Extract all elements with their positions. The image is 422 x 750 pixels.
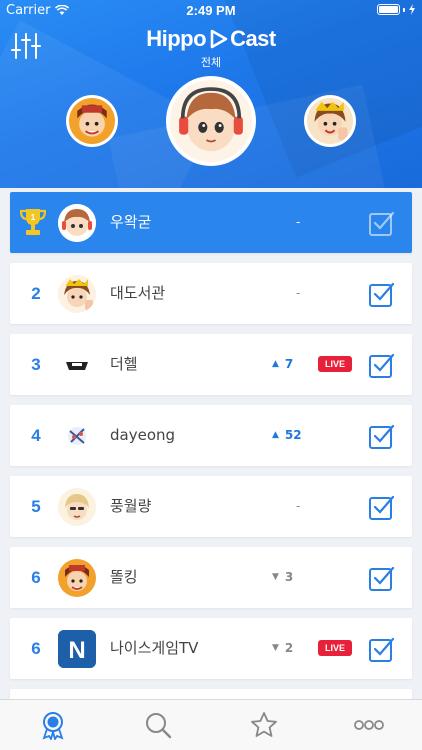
check-icon[interactable]	[369, 210, 395, 236]
rank-change-value: -	[296, 286, 301, 300]
top-rank-avatar-center[interactable]	[166, 76, 256, 166]
rank-change: -	[272, 263, 332, 324]
logo-left: Hippo	[146, 26, 207, 51]
trophy-rank: 1	[31, 213, 36, 222]
tab-more[interactable]	[317, 700, 422, 750]
top-rank-avatar-left[interactable]	[66, 95, 118, 147]
live-badge: LIVE	[318, 356, 352, 372]
avatar	[58, 275, 96, 313]
rank-number: 6	[31, 639, 41, 658]
rank-number: 6	[31, 568, 41, 587]
logo-right: Cast	[230, 26, 276, 51]
avatar	[58, 488, 96, 526]
rank-number: 5	[31, 497, 41, 516]
check-icon[interactable]	[369, 423, 395, 449]
app-logo: Hippo Cast	[0, 26, 422, 52]
rank-change: ▲ 52	[272, 405, 332, 466]
streamer-name: 우왁굳	[110, 213, 152, 231]
avatar	[58, 204, 96, 242]
ranking-list: 1 우왁굳 - 2 대도서관 - 3 더헬 ▲ 7 LIVE 4 dayeong…	[10, 192, 412, 719]
down-arrow-icon: ▼	[272, 572, 279, 582]
rank-change: ▼ 3	[272, 547, 332, 608]
ranking-row[interactable]: 2 대도서관 -	[10, 263, 412, 324]
battery-icon	[377, 4, 416, 15]
streamer-name: 더헬	[110, 355, 138, 373]
tab-bar	[0, 699, 422, 750]
tab-ranking[interactable]	[0, 700, 106, 750]
streamer-name: 풍월량	[110, 497, 152, 515]
rank-number: 2	[31, 284, 41, 303]
ranking-row[interactable]: 4 dayeong ▲ 52	[10, 405, 412, 466]
more-icon	[354, 720, 385, 730]
status-bar: Carrier 2:49 PM	[0, 0, 422, 22]
trophy-icon: 1	[20, 209, 46, 235]
rank-change-value: -	[296, 499, 301, 513]
check-icon[interactable]	[369, 494, 395, 520]
check-icon[interactable]	[369, 281, 395, 307]
check-icon[interactable]	[369, 565, 395, 591]
down-arrow-icon: ▼	[272, 643, 279, 653]
streamer-name: 똘킹	[110, 568, 138, 586]
rank-number: 4	[31, 426, 41, 445]
play-icon	[210, 29, 228, 49]
live-badge: LIVE	[318, 640, 352, 656]
avatar: N	[58, 630, 96, 668]
tab-search[interactable]	[106, 700, 212, 750]
streamer-name: 나이스게임TV	[110, 639, 199, 657]
rank-change: -	[272, 476, 332, 537]
rank-change-value: -	[296, 215, 301, 229]
avatar	[58, 559, 96, 597]
star-icon	[250, 712, 277, 737]
tab-favorites[interactable]	[211, 700, 317, 750]
rank-number: 3	[31, 355, 41, 374]
header: Carrier 2:49 PM Hippo Cast 전체	[0, 0, 422, 188]
streamer-name: 대도서관	[110, 284, 166, 302]
ranking-row[interactable]: 6 N 나이스게임TV ▼ 2 LIVE	[10, 618, 412, 679]
avatar	[58, 417, 96, 455]
category-subtitle: 전체	[200, 56, 222, 69]
check-icon[interactable]	[369, 352, 395, 378]
search-icon	[146, 713, 172, 739]
rank-change: -	[272, 192, 332, 253]
streamer-name: dayeong	[110, 426, 176, 444]
rank-change-value: 52	[284, 428, 302, 442]
rank-change-value: 2	[284, 641, 294, 655]
top-rank-avatar-right[interactable]	[304, 95, 356, 147]
ranking-row[interactable]: 1 우왁굳 -	[10, 192, 412, 253]
ranking-row[interactable]: 5 풍월량 -	[10, 476, 412, 537]
clock: 2:49 PM	[186, 3, 236, 18]
rank-change-value: 3	[284, 570, 294, 584]
ranking-row[interactable]: 6 똘킹 ▼ 3	[10, 547, 412, 608]
badge-icon	[42, 712, 64, 740]
check-icon[interactable]	[369, 636, 395, 662]
avatar	[58, 346, 96, 384]
up-arrow-icon: ▲	[272, 430, 279, 440]
up-arrow-icon: ▲	[272, 359, 279, 369]
svg-text:N: N	[68, 637, 85, 664]
ranking-row[interactable]: 3 더헬 ▲ 7 LIVE	[10, 334, 412, 395]
rank-change-value: 7	[284, 357, 294, 371]
